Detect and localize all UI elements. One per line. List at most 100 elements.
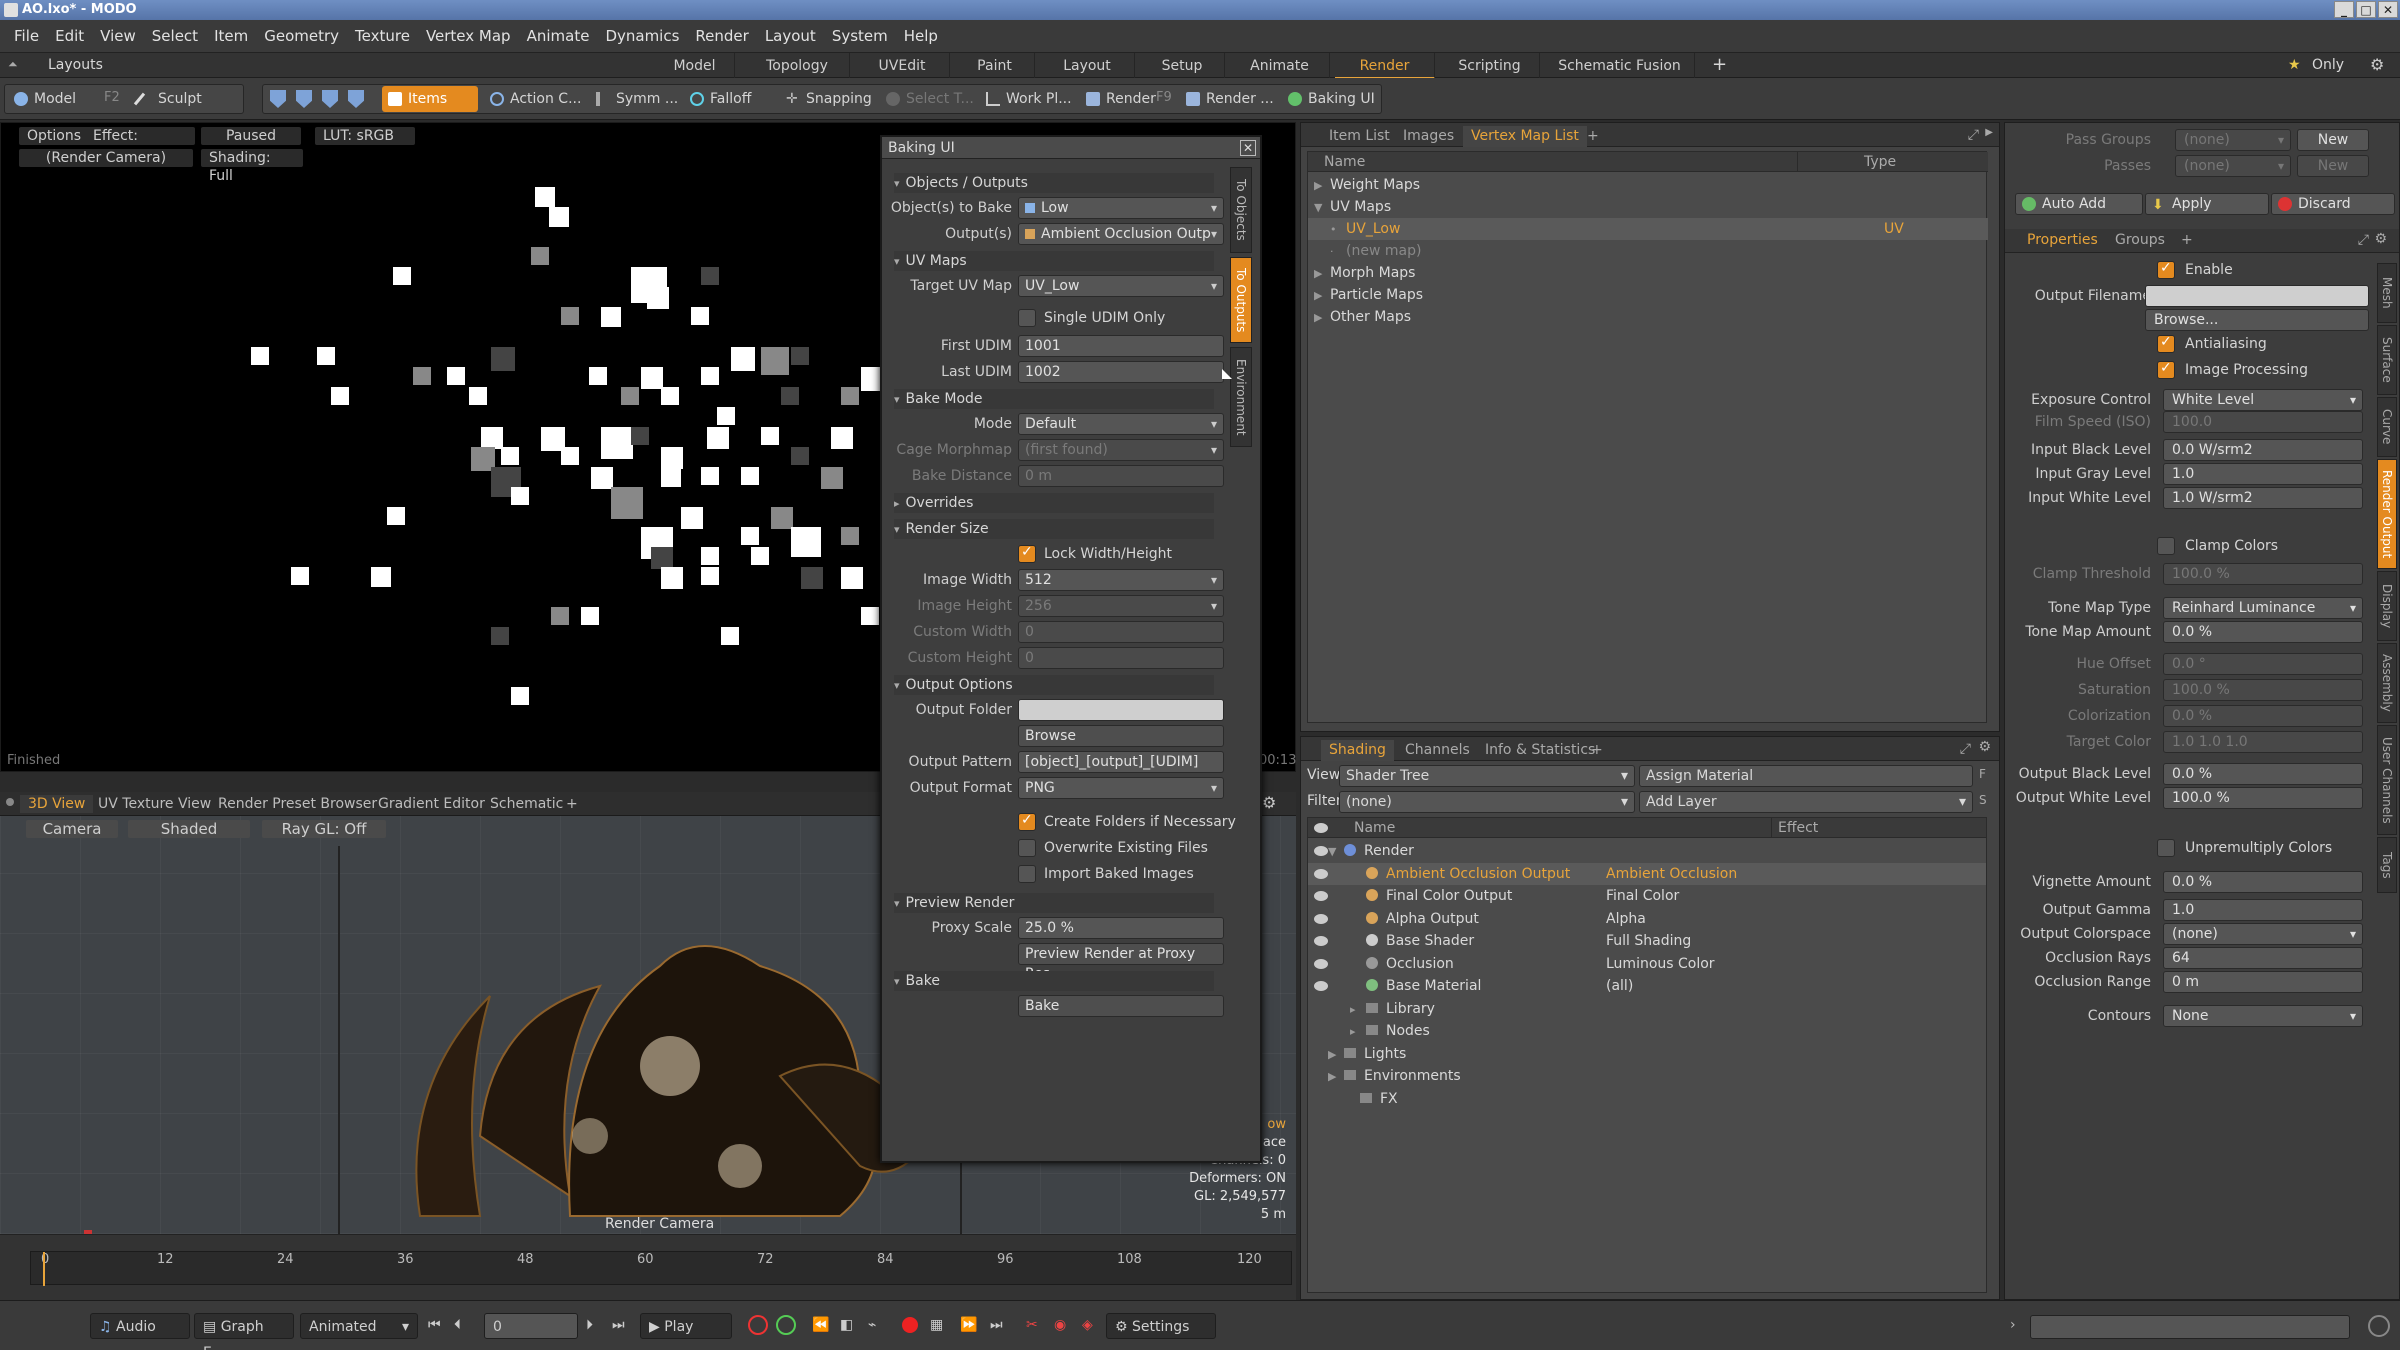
expand-shading-icon[interactable]: ⤢ [1960,741,1971,757]
side-tab-to-outputs[interactable]: To Outputs [1230,257,1252,343]
new-pass-group-button[interactable]: New [2297,129,2369,151]
shader-row[interactable]: ▼ Render [1308,840,1986,862]
output-filename-input[interactable] [2145,285,2369,307]
shading-f-icon[interactable]: F [1979,767,1986,781]
tab-images[interactable]: Images [1395,126,1462,147]
side-tab-to-objects[interactable]: To Objects [1230,167,1252,253]
baking-ui-button[interactable]: Baking UI [1282,86,1375,112]
add-props-tab-button[interactable]: + [2181,232,2193,248]
shader-row[interactable]: Alpha Output Alpha [1308,908,1986,930]
section-objects-outputs[interactable]: Objects / Outputs [894,173,1214,193]
panel-grip-icon[interactable] [6,798,14,806]
tab-schematic-fusion[interactable]: Schematic Fusion [1545,53,1695,79]
browse-button[interactable]: Browse [1018,725,1224,747]
preview-render-button[interactable]: Preview Render at Proxy Res [1018,943,1224,982]
vmap-row-particle-maps[interactable]: ▶ Particle Maps [1308,284,1988,306]
section-preview-render[interactable]: Preview Render [894,893,1214,913]
viewport-gear-icon[interactable]: ⚙ [1262,793,1276,812]
section-bake-mode[interactable]: Bake Mode [894,389,1214,409]
command-input[interactable] [2030,1315,2350,1339]
camera-view-dropdown[interactable]: Camera [26,820,118,838]
tab-3d-view[interactable]: 3D View [20,795,94,813]
vignette-amount-field[interactable]: 0.0 % [2163,871,2363,893]
tab-model[interactable]: Model [655,53,735,79]
gear-icon[interactable]: ⚙ [2370,55,2384,74]
expand-props-icon[interactable]: ⤢ [2358,232,2369,248]
last-frame-icon[interactable]: ⏭ [612,1317,625,1333]
shader-row[interactable]: Occlusion Luminous Color [1308,953,1986,975]
add-layout-button[interactable]: + [1712,54,1727,75]
audio-button[interactable]: ♫ Audio [90,1313,190,1339]
visibility-eye-icon[interactable] [1314,891,1328,901]
timeline[interactable]: 0 12 24 36 48 60 72 84 96 108 120 [0,1234,1296,1300]
import-baked-checkbox[interactable] [1018,865,1036,883]
section-uv-maps[interactable]: UV Maps [894,251,1214,271]
key-icon[interactable]: ⌁ [868,1317,876,1333]
output-folder-input[interactable] [1018,699,1224,721]
shaded-dropdown[interactable]: Shaded [128,820,250,838]
custom-height-field[interactable]: 0 [1018,647,1224,669]
tab-paint[interactable]: Paint [955,53,1035,79]
layouts-up-icon[interactable]: ⏶ [8,57,18,72]
first-udim-field[interactable]: 1001 [1018,335,1224,357]
clamp-colors-checkbox[interactable] [2157,537,2175,555]
view-dropdown[interactable]: Shader Tree ▾ [1339,765,1635,787]
col-name-header[interactable]: Name [1308,152,1798,172]
tone-map-amount-field[interactable]: 0.0 % [2163,621,2363,643]
output-black-level-field[interactable]: 0.0 % [2163,763,2363,785]
tab-animate[interactable]: Animate [1230,53,1330,79]
vmap-row-uv-low[interactable]: • UV_Low UV [1308,218,1988,240]
side-tab-tags[interactable]: Tags [2377,837,2397,893]
menu-file[interactable]: File [6,27,47,45]
menu-vertex-map[interactable]: Vertex Map [418,27,519,45]
tab-render[interactable]: Render [1335,53,1435,79]
side-tab-display[interactable]: Display [2377,571,2397,641]
clamp-threshold-field[interactable]: 100.0 % [2163,563,2363,585]
work-plane-button[interactable]: Work Pl... [980,86,1072,112]
section-bake[interactable]: Bake [894,971,1214,991]
tab-vertex-map-list[interactable]: Vertex Map List [1463,126,1587,147]
shader-row[interactable]: ▸ Library [1308,998,1986,1020]
shader-row[interactable]: ▸ Nodes [1308,1020,1986,1042]
pass-groups-dropdown[interactable]: (none) [2175,129,2291,151]
command-history-icon[interactable] [2368,1315,2390,1337]
expand-panel-icon[interactable]: ⤢ [1968,127,1979,143]
output-colorspace-field[interactable]: (none) [2163,923,2363,945]
falloff-button[interactable]: Falloff [684,86,751,112]
vmap-row-other-maps[interactable]: ▶ Other Maps [1308,306,1988,328]
shader-row[interactable]: Ambient Occlusion Output Ambient Occlusio… [1308,862,1986,885]
tab-channels[interactable]: Channels [1397,740,1478,761]
add-layer-dropdown[interactable]: Add Layer ▾ [1639,791,1973,813]
overwrite-checkbox[interactable] [1018,839,1036,857]
add-viewport-tab-button[interactable]: + [558,795,586,813]
side-tab-environment[interactable]: Environment [1230,347,1252,447]
shader-col-effect[interactable]: Effect [1772,818,1986,838]
output-gamma-field[interactable]: 1.0 [2163,899,2363,921]
side-tab-mesh[interactable]: Mesh [2377,263,2397,323]
side-tab-surface[interactable]: Surface [2377,325,2397,395]
first-frame-icon[interactable]: ⏮ [428,1317,441,1333]
layouts-label[interactable]: Layouts [48,57,103,73]
create-folders-checkbox[interactable] [1018,812,1036,831]
menu-render[interactable]: Render [687,27,756,45]
vmap-row-weight-maps[interactable]: ▶ Weight Maps [1308,174,1988,196]
menu-layout[interactable]: Layout [757,27,824,45]
next-frame-icon[interactable]: ⏵ [586,1317,593,1333]
input-white-level-field[interactable]: 1.0 W/srm2 [2163,487,2363,509]
objects-to-bake-dropdown[interactable]: Low [1018,197,1224,219]
add-shading-tab-button[interactable]: + [1583,740,1611,761]
lock-wh-checkbox[interactable] [1018,544,1036,563]
section-render-size[interactable]: Render Size [894,519,1214,539]
input-black-level-field[interactable]: 0.0 W/srm2 [2163,439,2363,461]
maximize-button[interactable]: □ [2356,1,2376,18]
section-overrides[interactable]: Overrides [894,493,1214,513]
side-tab-assembly[interactable]: Assembly [2377,643,2397,723]
sculpt-mode-button[interactable]: Sculpt [132,86,202,112]
menu-help[interactable]: Help [896,27,946,45]
side-tab-render-output[interactable]: Render Output [2377,459,2397,569]
tone-map-type-field[interactable]: Reinhard Luminance [2163,597,2363,619]
vmap-row-new-map[interactable]: · (new map) [1308,240,1988,262]
cage-morphmap-dropdown[interactable]: (first found) [1018,439,1224,461]
settings-button[interactable]: ⚙ Settings [1106,1313,1216,1339]
last-udim-field[interactable]: 1002 [1018,361,1224,383]
